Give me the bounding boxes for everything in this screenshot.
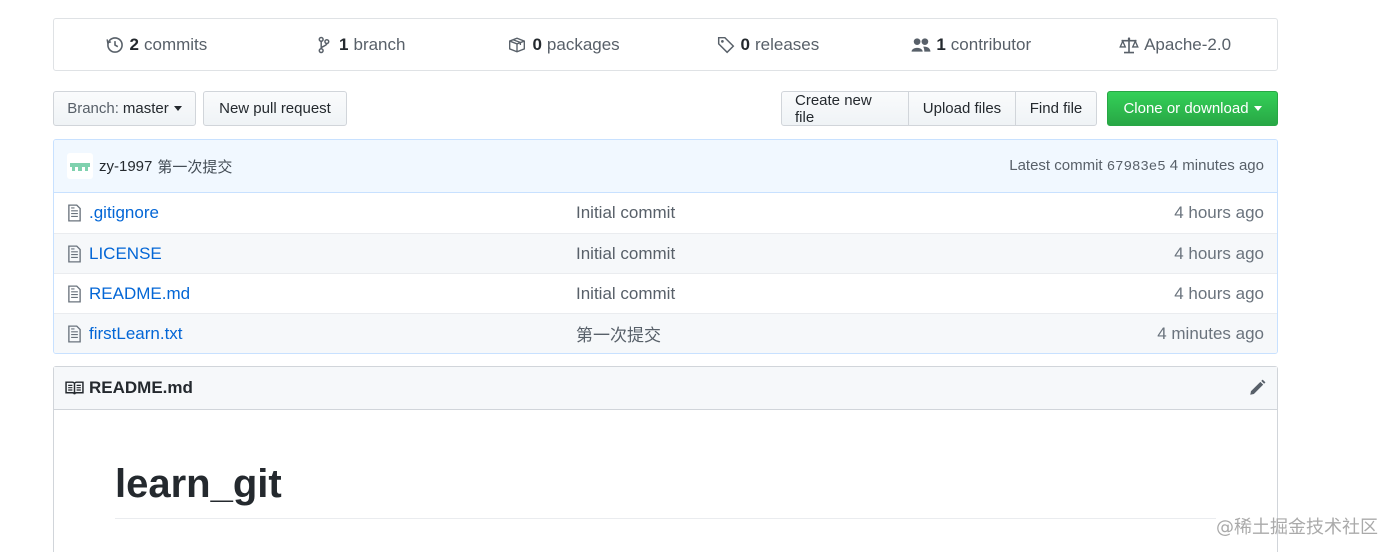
repo-summary-bar: 2 commits 1 branch 0 packages 0 releases… xyxy=(53,18,1278,71)
readme-box: README.md learn_git xyxy=(53,366,1278,552)
branch-count: 1 xyxy=(339,34,349,54)
readme-content: learn_git xyxy=(54,410,1277,552)
table-row: LICENSE Initial commit 4 hours ago xyxy=(54,233,1277,273)
git-branch-icon xyxy=(314,35,334,55)
file-commit-message-link[interactable]: 第一次提交 xyxy=(576,321,1157,346)
releases-label: releases xyxy=(755,34,820,54)
contributor-count: 1 xyxy=(936,34,946,54)
file-icon xyxy=(67,244,84,263)
file-age: 4 hours ago xyxy=(1174,243,1264,263)
file-name-link[interactable]: LICENSE xyxy=(89,244,576,264)
file-icon xyxy=(67,324,84,343)
commit-message-link[interactable]: 第一次提交 xyxy=(157,156,232,177)
file-commit-message-link[interactable]: Initial commit xyxy=(576,203,1174,223)
table-row: firstLearn.txt 第一次提交 4 minutes ago xyxy=(54,313,1277,353)
summary-packages[interactable]: 0 packages xyxy=(462,35,666,55)
latest-commit-info: Latest commit 67983e5 4 minutes ago xyxy=(1009,157,1264,175)
commits-label: commits xyxy=(144,34,208,54)
contributor-label: contributor xyxy=(950,34,1032,54)
summary-commits[interactable]: 2 commits xyxy=(54,35,258,55)
file-commit-message-link[interactable]: Initial commit xyxy=(576,244,1174,264)
caret-down-icon xyxy=(1253,106,1262,111)
summary-contributor[interactable]: 1 contributor xyxy=(869,35,1073,55)
history-icon xyxy=(105,35,125,55)
readme-heading: learn_git xyxy=(115,462,1216,519)
branch-value: master xyxy=(122,100,169,117)
packages-count: 0 xyxy=(532,34,542,54)
watermark: @稀土掘金技术社区 xyxy=(1216,517,1378,538)
summary-license[interactable]: Apache-2.0 xyxy=(1073,35,1277,55)
avatar[interactable] xyxy=(67,153,93,179)
table-row: README.md Initial commit 4 hours ago xyxy=(54,273,1277,313)
commit-sha-link[interactable]: 67983e5 xyxy=(1107,159,1166,175)
new-pull-request-button[interactable]: New pull request xyxy=(203,91,347,126)
readme-header: README.md xyxy=(54,367,1277,410)
file-list: .gitignore Initial commit 4 hours ago LICEN… xyxy=(54,193,1277,353)
find-file-button[interactable]: Find file xyxy=(1015,91,1097,126)
branch-prefix: Branch: xyxy=(67,100,119,117)
law-icon xyxy=(1119,35,1139,55)
branch-label: branch xyxy=(353,34,406,54)
file-age: 4 hours ago xyxy=(1174,283,1264,303)
file-commit-message-link[interactable]: Initial commit xyxy=(576,284,1174,304)
pencil-icon[interactable] xyxy=(1248,379,1266,397)
file-icon xyxy=(67,204,84,222)
package-icon xyxy=(507,35,527,55)
file-icon xyxy=(67,284,84,303)
table-row: .gitignore Initial commit 4 hours ago xyxy=(54,193,1277,233)
file-age: 4 minutes ago xyxy=(1157,323,1264,343)
book-icon xyxy=(65,380,84,396)
readme-title: README.md xyxy=(89,378,193,397)
clone-or-download-button[interactable]: Clone or download xyxy=(1107,91,1278,126)
file-navigation-table: zy-1997 第一次提交 Latest commit 67983e5 4 mi… xyxy=(53,139,1278,354)
file-name-link[interactable]: firstLearn.txt xyxy=(89,324,576,344)
latest-commit-bar: zy-1997 第一次提交 Latest commit 67983e5 4 mi… xyxy=(54,140,1277,193)
summary-releases[interactable]: 0 releases xyxy=(665,35,869,55)
releases-count: 0 xyxy=(740,34,750,54)
file-name-link[interactable]: README.md xyxy=(89,284,576,304)
summary-branch[interactable]: 1 branch xyxy=(258,35,462,55)
commits-count: 2 xyxy=(129,34,139,54)
people-icon xyxy=(911,35,931,55)
packages-label: packages xyxy=(546,34,620,54)
latest-commit-label: Latest commit xyxy=(1009,157,1103,174)
branch-select-button[interactable]: Branch: master xyxy=(53,91,196,126)
upload-files-button[interactable]: Upload files xyxy=(908,91,1016,126)
license-label: Apache-2.0 xyxy=(1144,34,1232,54)
commit-author-link[interactable]: zy-1997 xyxy=(99,158,152,175)
file-actions-group: Create new file Upload files Find file xyxy=(781,91,1097,126)
file-name-link[interactable]: .gitignore xyxy=(89,203,576,223)
commit-age: 4 minutes ago xyxy=(1169,157,1264,174)
file-age: 4 hours ago xyxy=(1174,203,1264,222)
create-new-file-button[interactable]: Create new file xyxy=(781,91,909,126)
caret-down-icon xyxy=(173,106,182,111)
clone-or-download-label: Clone or download xyxy=(1123,100,1249,117)
tag-icon xyxy=(716,35,736,55)
